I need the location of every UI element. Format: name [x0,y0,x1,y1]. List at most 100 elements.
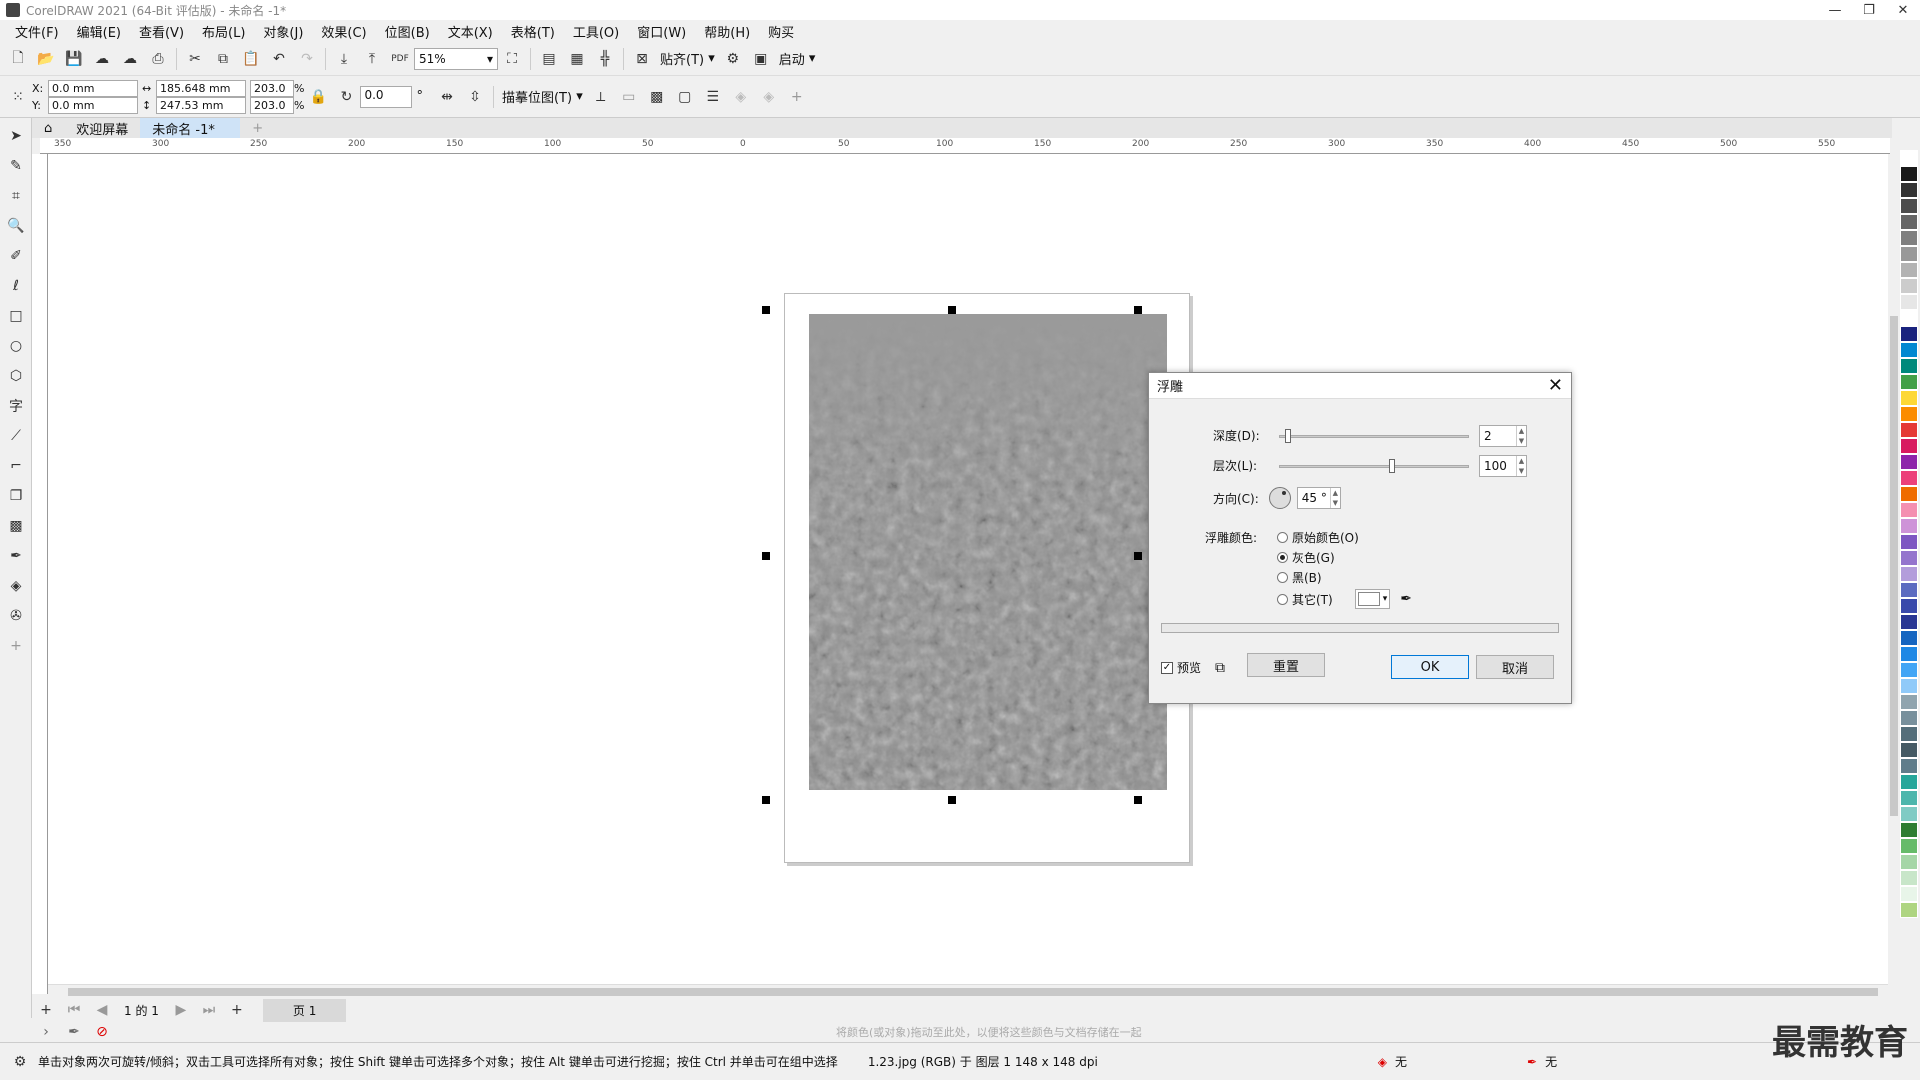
mirror-vertical-icon[interactable]: ⇳ [463,85,487,109]
palette-swatch[interactable] [1900,182,1918,198]
palette-swatch[interactable] [1900,422,1918,438]
palette-swatch[interactable] [1900,246,1918,262]
palette-swatch[interactable] [1900,454,1918,470]
palette-swatch[interactable] [1900,854,1918,870]
palette-swatch[interactable] [1900,294,1918,310]
cloud-download-icon[interactable]: ☁ [90,47,114,71]
horizontal-ruler[interactable]: 350 300 250 200 150 100 50 0 50 100 150 200 250 300 35… [40,138,1890,154]
palette-swatch[interactable] [1900,710,1918,726]
menu-edit[interactable]: 编辑(E) [68,22,130,41]
palette-swatch[interactable] [1900,550,1918,566]
level-input[interactable]: 100 ▲ ▼ [1479,455,1527,477]
new-document-icon[interactable]: 🗋 [6,47,30,71]
palette-swatch[interactable] [1900,406,1918,422]
cancel-button[interactable]: 取消 [1476,655,1554,679]
selection-handle[interactable] [762,306,770,314]
add-tab-button[interactable]: + [240,118,275,138]
next-page-icon[interactable]: ▶ [169,998,193,1022]
cloud-upload-icon[interactable]: ☁ [118,47,142,71]
menu-tools[interactable]: 工具(O) [564,22,628,41]
crop-tool-icon[interactable]: ⌗ [4,184,28,208]
reference-point-icon[interactable]: ⁙ [6,85,30,109]
menu-effects[interactable]: 效果(C) [312,22,375,41]
palette-swatch[interactable] [1900,902,1918,918]
rotation-input[interactable]: 0.0 [360,85,413,108]
palette-swatch[interactable] [1900,230,1918,246]
horizontal-scroll-thumb[interactable] [68,988,1878,996]
palette-swatch[interactable] [1900,262,1918,278]
direction-dial-icon[interactable] [1268,487,1291,509]
spin-arrows-icon[interactable]: ▲ ▼ [1516,426,1526,446]
menu-buy[interactable]: 购买 [759,22,803,41]
export-icon[interactable]: ⤒ [360,47,384,71]
reset-button[interactable]: 重置 [1247,653,1325,677]
selection-handle[interactable] [1134,552,1142,560]
palette-swatch[interactable] [1900,838,1918,854]
no-color-icon[interactable]: ⊘ [90,1020,114,1044]
color-picker-dropdown[interactable]: ▾ [1354,589,1391,609]
wrap-text-icon[interactable]: ☰ [701,85,725,109]
selection-handle[interactable] [1134,796,1142,804]
to-front-icon[interactable]: ◈ [729,85,753,109]
palette-swatch[interactable] [1900,518,1918,534]
last-page-icon[interactable]: ⏭ [197,998,221,1022]
width-input[interactable]: 185.648 mm [156,79,246,97]
x-position-input[interactable]: 0.0 mm [48,79,138,97]
paste-icon[interactable]: 📋 [239,47,263,71]
launch-dropdown[interactable]: 启动 ▾ [775,49,820,68]
guidelines-icon[interactable]: ╬ [593,47,617,71]
palette-swatch[interactable] [1900,614,1918,630]
show-rulers-icon[interactable]: ▤ [537,47,561,71]
import-icon[interactable]: ⤓ [332,47,356,71]
eyedropper-icon[interactable]: ✒ [4,544,28,568]
close-icon[interactable]: ✕ [1548,375,1563,396]
palette-swatch[interactable] [1900,278,1918,294]
palette-swatch[interactable] [1900,758,1918,774]
menu-help[interactable]: 帮助(H) [695,22,759,41]
palette-swatch[interactable] [1900,806,1918,822]
drop-shadow-icon[interactable]: ❐ [4,484,28,508]
show-grid-icon[interactable]: ▦ [565,47,589,71]
copy-icon[interactable]: ⧉ [211,47,235,71]
document-palette-bar[interactable]: › ✒ ⊘ 将颜色(或对象)拖动至此处，以便将这些颜色与文档存储在一起 [32,1022,1892,1042]
artistic-media-icon[interactable]: ℓ [4,274,28,298]
vertical-ruler[interactable] [32,154,48,994]
spin-arrows-icon[interactable]: ▲ ▼ [1329,488,1340,508]
palette-swatch[interactable] [1900,582,1918,598]
open-icon[interactable]: 📂 [34,47,58,71]
depth-slider-thumb[interactable] [1284,429,1291,443]
height-input[interactable]: 247.53 mm [156,96,246,114]
depth-input[interactable]: 2 ▲ ▼ [1479,425,1527,447]
selection-handle[interactable] [762,552,770,560]
crop-bitmap-icon[interactable]: ⟂ [589,85,613,109]
palette-swatch[interactable] [1900,870,1918,886]
ellipse-tool-icon[interactable]: ○ [4,334,28,358]
menu-window[interactable]: 窗口(W) [628,22,695,41]
radio-other[interactable] [1277,593,1288,605]
depth-slider[interactable] [1279,429,1469,443]
palette-swatch[interactable] [1900,566,1918,582]
palette-swatch[interactable] [1900,214,1918,230]
pdf-icon[interactable]: PDF [388,47,412,71]
palette-swatch[interactable] [1900,326,1918,342]
connector-tool-icon[interactable]: ⌐ [4,454,28,478]
menu-bitmaps[interactable]: 位图(B) [376,22,439,41]
palette-expand-icon[interactable]: › [34,1020,58,1044]
cut-icon[interactable]: ✂ [183,47,207,71]
options-gear-icon[interactable]: ⚙ [721,47,745,71]
polygon-tool-icon[interactable]: ⬡ [4,364,28,388]
radio-original[interactable] [1277,532,1288,543]
outline-pen-icon[interactable]: ✒ [1527,1055,1537,1069]
eyedropper-icon[interactable]: ✒ [1400,591,1412,607]
palette-swatch[interactable] [1900,310,1918,326]
preview-checkbox[interactable]: ✓ [1161,661,1173,674]
option-black[interactable]: 黑(B) [1277,569,1322,586]
zoom-level-dropdown[interactable]: 51% ▾ [414,47,498,70]
spin-arrows-icon[interactable]: ▲ ▼ [1516,456,1526,476]
palette-swatch[interactable] [1900,198,1918,214]
palette-swatch[interactable] [1900,358,1918,374]
zoom-tool-icon[interactable]: 🔍 [4,214,28,238]
palette-swatch[interactable] [1900,742,1918,758]
palette-swatch[interactable] [1900,662,1918,678]
to-back-icon[interactable]: ◈ [757,85,781,109]
